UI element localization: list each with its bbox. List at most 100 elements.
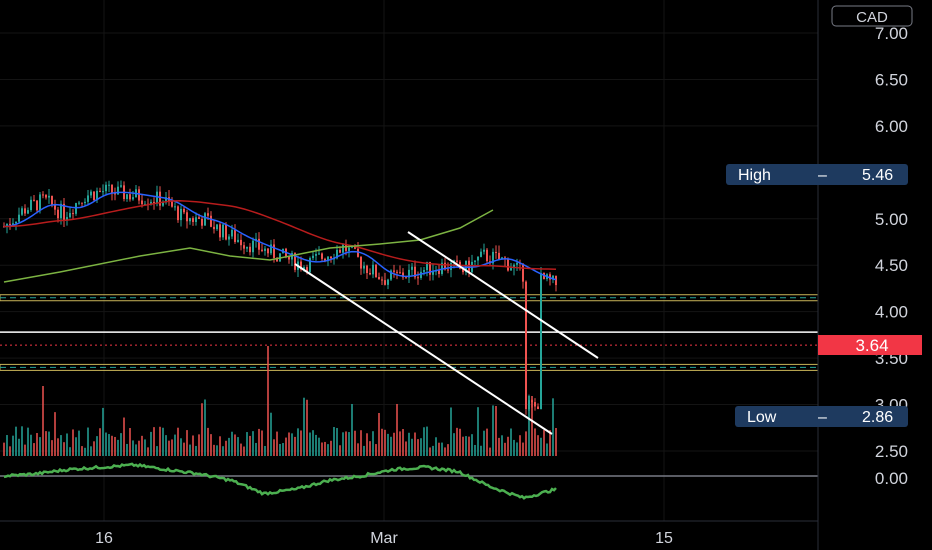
volume-bar: [99, 428, 101, 456]
candle-body: [252, 240, 254, 253]
volume-bar: [465, 436, 467, 456]
candle-body: [72, 213, 74, 215]
volume-bar: [384, 429, 386, 456]
candle-body: [126, 194, 128, 200]
candle-body: [231, 229, 233, 237]
volume-bar: [450, 407, 452, 456]
price-tick-label: 7.00: [875, 24, 908, 43]
volume-bar: [330, 440, 332, 456]
volume-bar: [177, 427, 179, 456]
candle-body: [132, 197, 134, 200]
candle-body: [54, 204, 56, 210]
volume-bar: [9, 446, 11, 456]
candle-body: [423, 270, 425, 272]
volume-bar: [474, 444, 476, 456]
candle-body: [51, 195, 53, 205]
candle-body: [78, 202, 80, 204]
volume-bar: [459, 428, 461, 456]
candle-body: [90, 191, 92, 196]
low-label: Low: [747, 409, 777, 426]
volume-bar: [279, 443, 281, 456]
candle-body: [480, 251, 482, 257]
candle-body: [42, 194, 44, 196]
volume-bar: [267, 346, 269, 456]
volume-bar: [111, 435, 113, 456]
candle-body: [264, 248, 266, 251]
candle-body: [48, 195, 50, 198]
candle-body: [216, 224, 218, 230]
candle-body: [15, 221, 17, 224]
candle-body: [120, 185, 122, 187]
volume-bar: [519, 435, 521, 456]
volume-bar: [504, 442, 506, 456]
volume-bar: [117, 439, 119, 456]
volume-bar: [555, 427, 557, 456]
volume-bar: [486, 428, 488, 456]
candle-body: [477, 256, 479, 261]
volume-bar: [195, 445, 197, 456]
candle-body: [174, 206, 176, 208]
candle-body: [447, 269, 449, 271]
time-tick-label: Mar: [370, 530, 398, 547]
volume-bar: [168, 440, 170, 456]
candle-body: [348, 247, 350, 251]
candle-body: [27, 210, 29, 214]
candle-body: [510, 268, 512, 271]
volume-bar: [96, 436, 98, 456]
volume-bar: [138, 440, 140, 456]
volume-bar: [90, 446, 92, 456]
volume-bar: [198, 434, 200, 456]
candle-body: [222, 224, 224, 238]
volume-bar: [234, 434, 236, 456]
volume-bar: [78, 430, 80, 456]
volume-bar: [246, 432, 248, 456]
candle-body: [21, 208, 23, 215]
price-chart[interactable]: 7.006.506.005.004.504.003.503.002.50 CAD…: [0, 0, 932, 550]
volume-bar: [201, 403, 203, 456]
candle-body: [138, 189, 140, 201]
candle-body: [102, 191, 104, 193]
volume-bar: [471, 434, 473, 456]
candle-body: [9, 223, 11, 226]
volume-bar: [291, 433, 293, 456]
volume-bar: [378, 412, 380, 456]
candle-body: [171, 201, 173, 207]
volume-bar: [507, 436, 509, 456]
candle-body: [87, 195, 89, 202]
volume-bar: [336, 427, 338, 456]
candle-body: [108, 184, 110, 186]
candle-body: [225, 224, 227, 240]
candle-body: [192, 218, 194, 222]
volume-bar: [489, 447, 491, 456]
candle-body: [129, 194, 131, 200]
volume-bar: [123, 417, 125, 456]
candle-body: [450, 263, 452, 270]
candle-body: [495, 251, 497, 253]
volume-bar: [363, 445, 365, 456]
volume-bar: [135, 444, 137, 456]
volume-bar: [93, 441, 95, 456]
candle-body: [366, 265, 368, 273]
volume-bar: [405, 441, 407, 456]
candle-body: [372, 264, 374, 275]
candle-body: [486, 249, 488, 262]
osc-zero-tick: 0.00: [875, 469, 908, 488]
candle-body: [438, 270, 440, 274]
volume-bar: [126, 443, 128, 456]
volume-bar: [36, 433, 38, 456]
volume-bar: [282, 443, 284, 456]
volume-bar: [162, 427, 164, 456]
candle-body: [219, 224, 221, 238]
volume-bar: [426, 426, 428, 456]
volume-bar: [213, 444, 215, 456]
volume-bar: [501, 435, 503, 456]
price-tick-label: 4.00: [875, 303, 908, 322]
candle-body: [24, 208, 26, 214]
candle-body: [312, 255, 314, 259]
volume-bar: [63, 442, 65, 456]
volume-bar: [15, 426, 17, 456]
volume-bar: [231, 431, 233, 456]
low-badge: Low – 2.86: [735, 406, 908, 427]
volume-bar: [261, 430, 263, 456]
price-tick-label: 6.00: [875, 117, 908, 136]
